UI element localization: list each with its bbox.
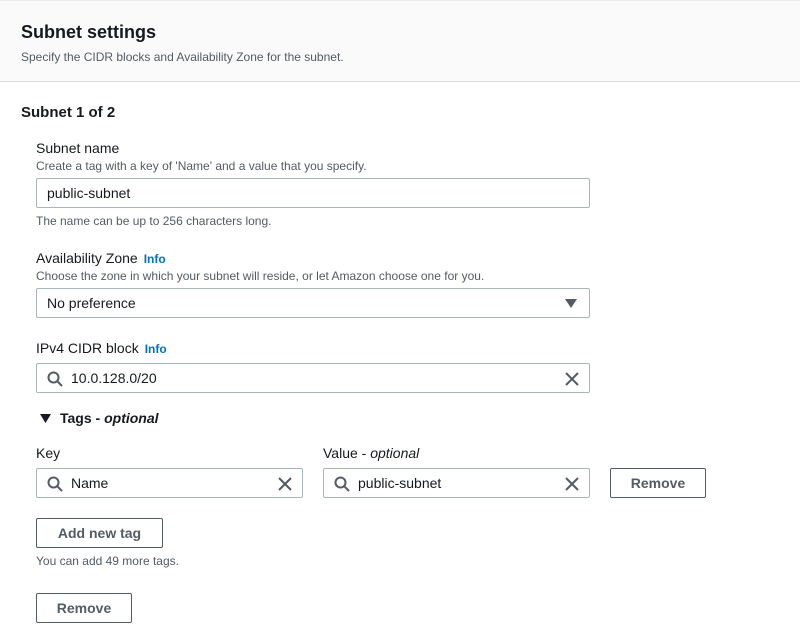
cidr-input[interactable]: 10.0.128.0/20: [36, 363, 590, 393]
search-icon: [47, 476, 63, 492]
availability-zone-description: Choose the zone in which your subnet wil…: [36, 269, 485, 283]
tags-expand-toggle[interactable]: Tags - optional: [40, 410, 159, 426]
availability-zone-value: No preference: [47, 295, 136, 311]
tags-remaining-hint: You can add 49 more tags.: [36, 554, 179, 568]
subnet-name-value: public-subnet: [47, 185, 131, 201]
tag-value-input[interactable]: public-subnet: [323, 468, 590, 498]
remove-subnet-button[interactable]: Remove: [36, 593, 132, 623]
tags-toggle-optional: optional: [104, 410, 159, 426]
cidr-info-link[interactable]: Info: [145, 342, 167, 356]
subnet-title: Subnet 1 of 2: [21, 104, 116, 121]
subnet-name-constraint: The name can be up to 256 characters lon…: [36, 214, 272, 228]
tag-key-label: Key: [36, 445, 61, 461]
close-icon[interactable]: [564, 476, 580, 492]
subnet-name-label: Subnet name: [36, 140, 120, 156]
tags-toggle-label: Tags -: [60, 410, 101, 426]
subnet-name-description: Create a tag with a key of 'Name' and a …: [36, 159, 367, 173]
close-icon[interactable]: [277, 476, 293, 492]
tag-value-optional: optional: [370, 445, 420, 461]
availability-zone-label-text: Availability Zone: [36, 250, 138, 266]
subnet-name-input[interactable]: public-subnet: [36, 178, 590, 208]
availability-zone-info-link[interactable]: Info: [144, 252, 166, 266]
tag-value-label: Value - optional: [323, 445, 419, 461]
section-header: Subnet settings Specify the CIDR blocks …: [0, 0, 800, 82]
add-new-tag-button[interactable]: Add new tag: [36, 518, 163, 548]
cidr-label-text: IPv4 CIDR block: [36, 340, 139, 356]
search-icon: [47, 371, 63, 387]
close-icon[interactable]: [564, 371, 580, 387]
tag-key-input[interactable]: Name: [36, 468, 303, 498]
remove-tag-button[interactable]: Remove: [610, 468, 706, 498]
section-description: Specify the CIDR blocks and Availability…: [21, 50, 344, 64]
tag-value-label-text: Value -: [323, 445, 371, 461]
cidr-label: IPv4 CIDR block Info: [36, 340, 167, 356]
caret-down-icon: [565, 299, 577, 308]
availability-zone-select[interactable]: No preference: [36, 288, 590, 318]
caret-down-icon: [40, 413, 51, 423]
availability-zone-label: Availability Zone Info: [36, 250, 166, 266]
search-icon: [334, 476, 350, 492]
section-title: Subnet settings: [21, 22, 157, 42]
